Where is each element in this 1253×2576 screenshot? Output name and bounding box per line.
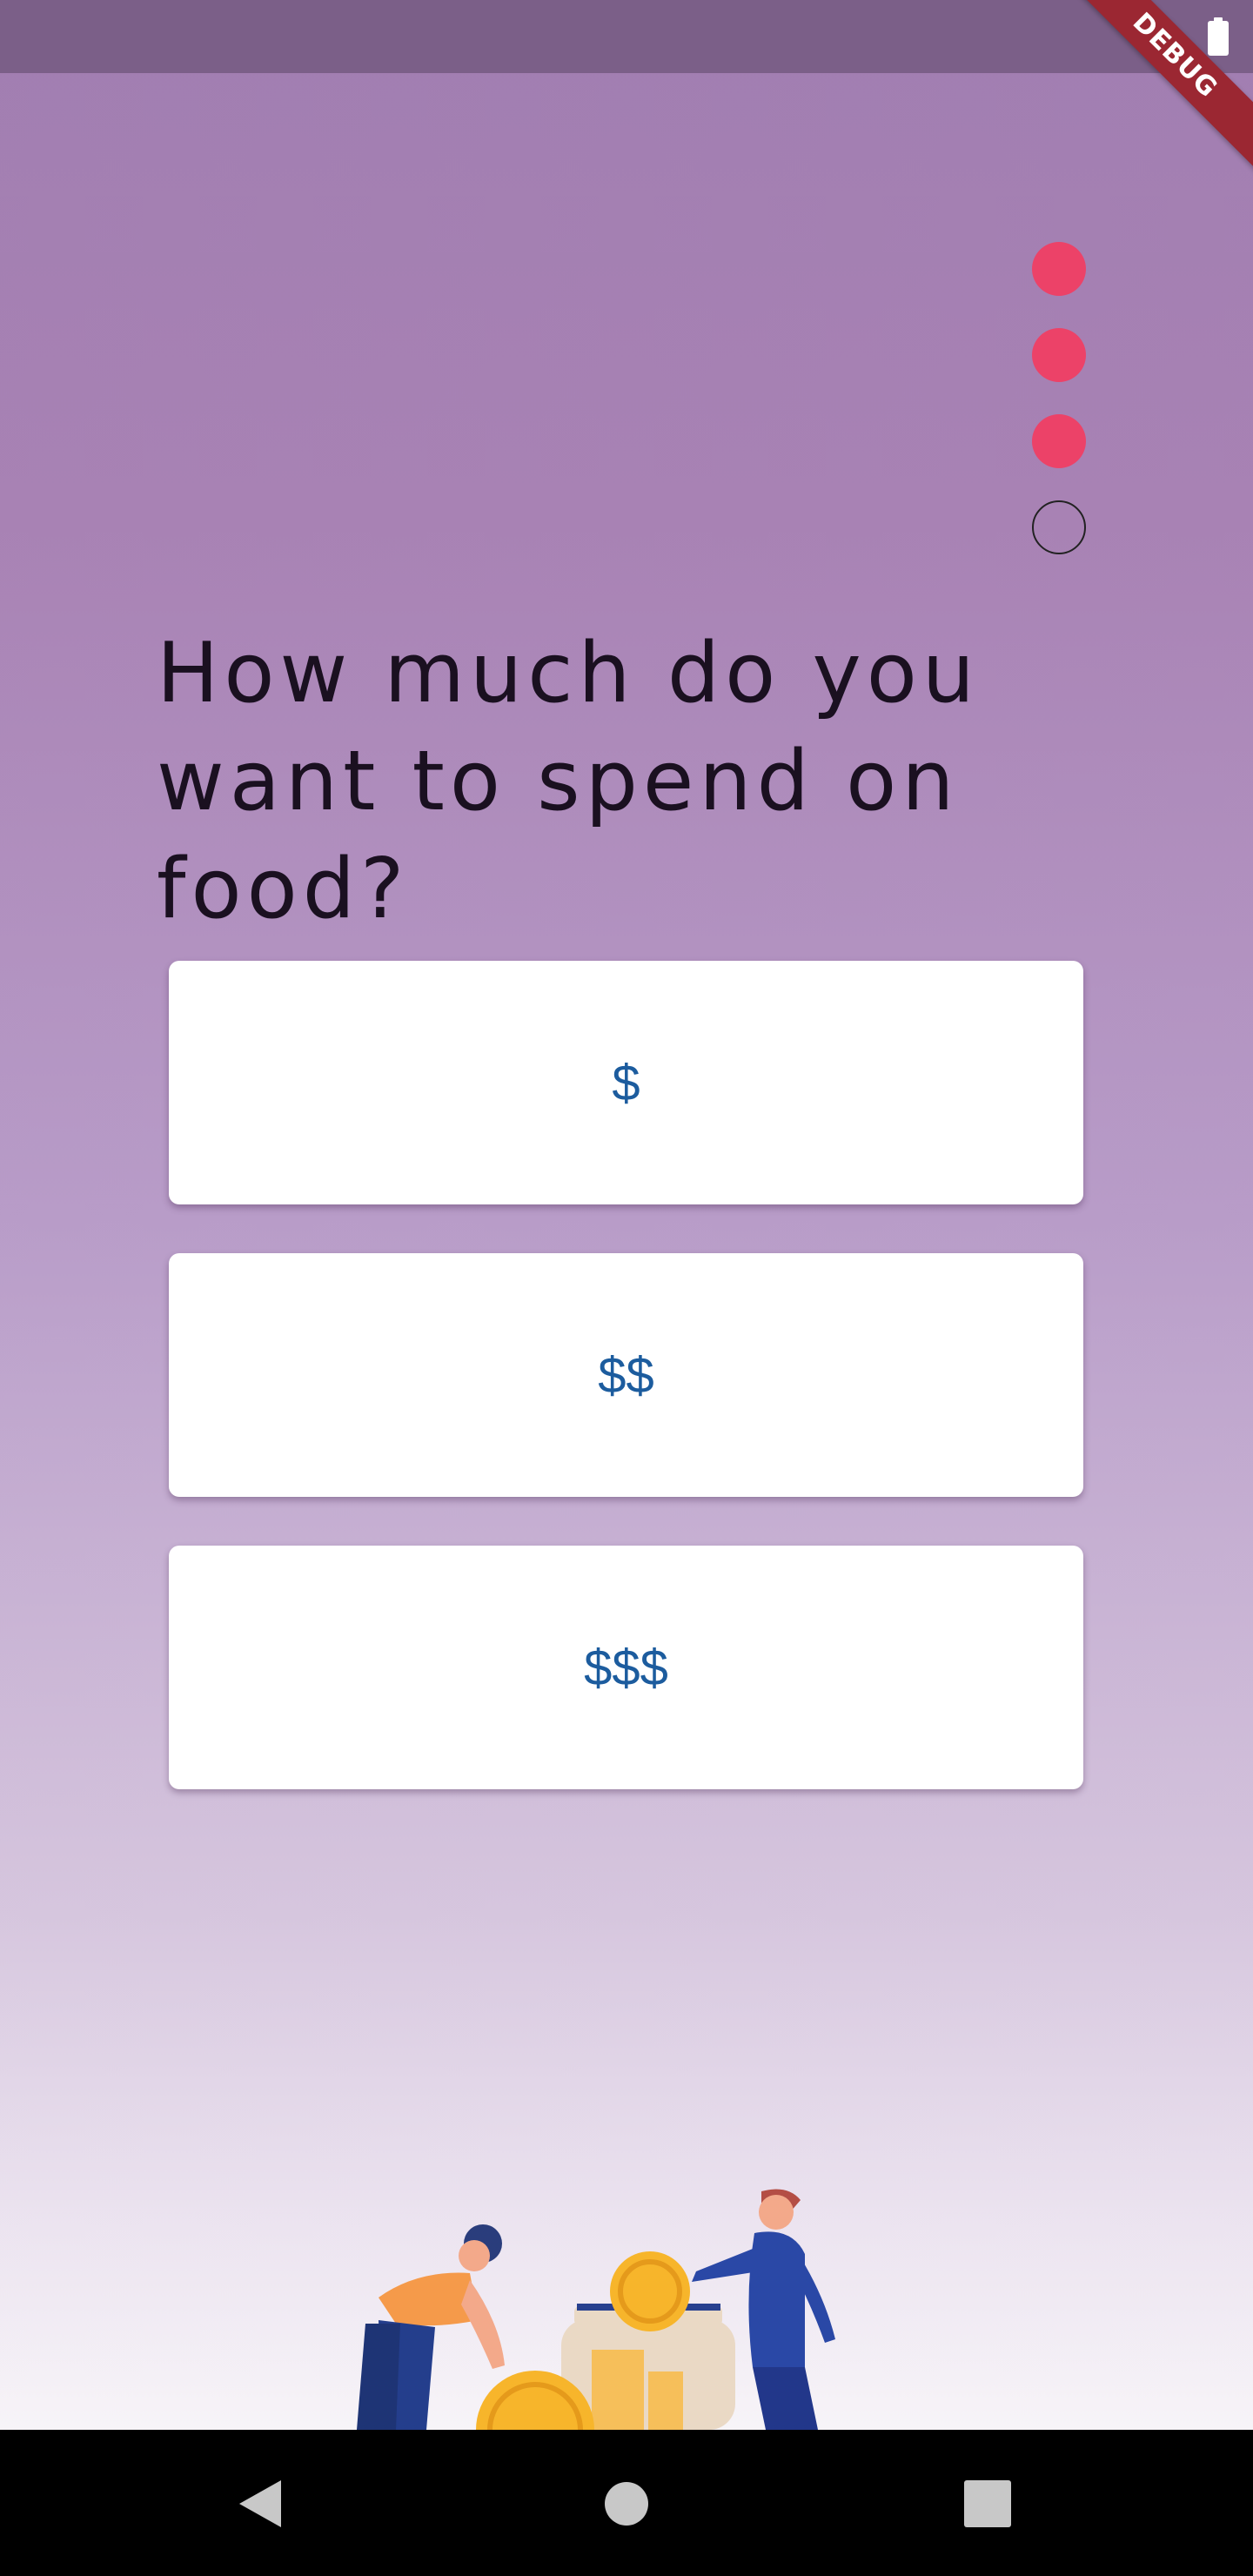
progress-dot-3 xyxy=(1032,414,1086,468)
progress-dot-2 xyxy=(1032,328,1086,382)
option-button-low[interactable]: $ xyxy=(169,961,1083,1204)
progress-dot-4 xyxy=(1032,500,1086,554)
progress-indicator xyxy=(1032,242,1086,587)
option-button-high[interactable]: $$$ xyxy=(169,1546,1083,1789)
back-icon[interactable] xyxy=(231,2473,291,2534)
system-navigation-bar xyxy=(0,2430,1253,2576)
option-button-medium[interactable]: $$ xyxy=(169,1253,1083,1497)
question-title: How much do you want to spend on food? xyxy=(157,626,981,937)
status-bar xyxy=(0,0,1253,73)
progress-dot-1 xyxy=(1032,242,1086,296)
recents-icon[interactable] xyxy=(957,2473,1018,2534)
home-icon[interactable] xyxy=(596,2473,657,2534)
battery-icon xyxy=(1208,17,1229,56)
saving-money-illustration xyxy=(357,2189,835,2430)
